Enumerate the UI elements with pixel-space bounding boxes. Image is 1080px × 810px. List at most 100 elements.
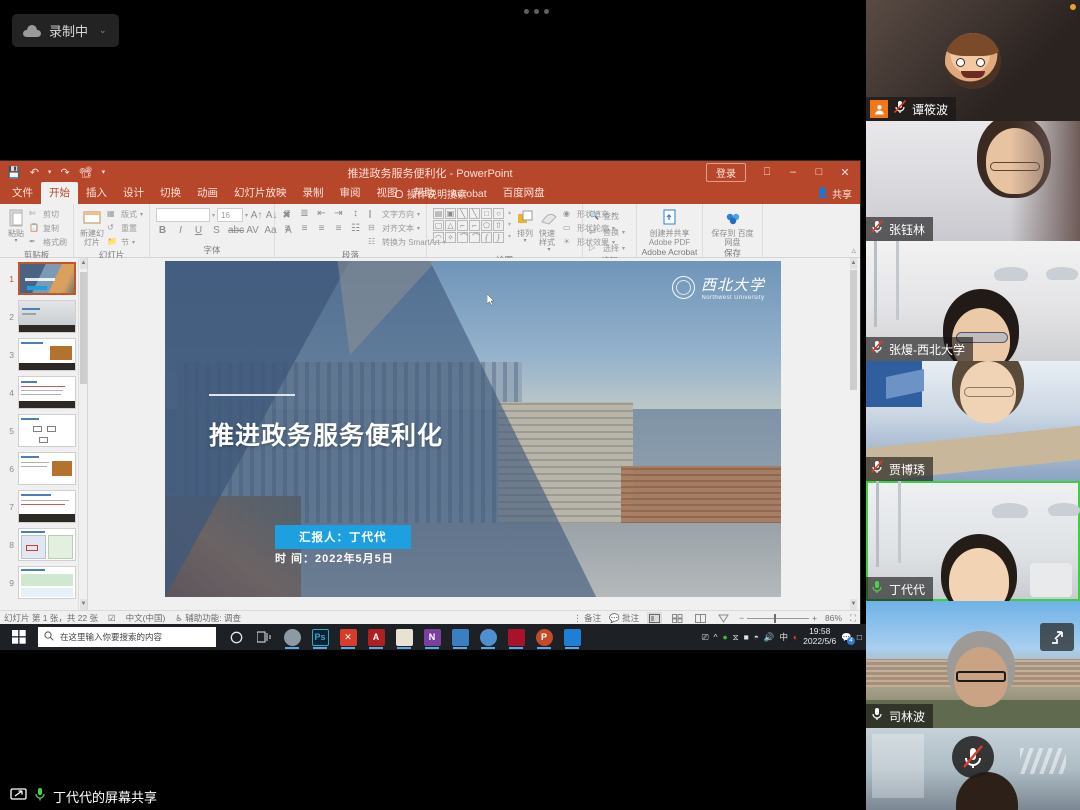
tray-usb-icon[interactable]: ⧖ [733, 632, 739, 643]
font-size-input[interactable]: 16 [217, 208, 243, 222]
tab-home[interactable]: 开始 [41, 182, 78, 204]
collapse-ribbon-icon[interactable]: ▵ [851, 245, 856, 256]
thumbnail-item-5[interactable]: 5 [0, 414, 87, 447]
taskbar-app-notes[interactable] [390, 624, 418, 650]
expand-view-icon[interactable] [1040, 623, 1074, 651]
shape-line-icon[interactable]: ╲ [457, 208, 468, 219]
decrease-indent-icon[interactable]: ⇤ [315, 208, 328, 219]
italic-button[interactable]: I [174, 225, 187, 236]
find-button[interactable]: 🔍 查找 [589, 210, 625, 223]
bullets-icon[interactable]: ≡ [281, 208, 294, 219]
spellcheck-icon[interactable]: ☑ [108, 613, 116, 624]
accessibility-status[interactable]: ♿ 辅助功能: 调查 [175, 612, 241, 624]
zoom-knob[interactable] [774, 614, 776, 623]
copy-button[interactable]: 📋 复制 [29, 222, 67, 235]
layout-caret-icon[interactable]: ▾ [140, 211, 143, 218]
shape-arrow-icon[interactable]: ╲ [469, 208, 480, 219]
thumbnail-item-3[interactable]: 3 [0, 338, 87, 371]
participant-tile-tanxiaobo[interactable]: 谭筱波 [866, 0, 1080, 121]
tray-expand-icon[interactable]: ^ [714, 632, 718, 642]
view-slide-sorter-button[interactable] [670, 612, 685, 624]
shapes-more-icon[interactable]: ▾ [508, 233, 511, 240]
taskbar-app-meeting[interactable] [558, 624, 586, 650]
comments-button[interactable]: 💬 批注 [609, 612, 639, 624]
view-normal-button[interactable] [647, 612, 662, 624]
select-button[interactable]: ▷ 选择 ▾ [589, 242, 625, 255]
taskbar-app-acrobat[interactable]: A [362, 624, 390, 650]
shape-flow-icon[interactable]: ◠ [433, 232, 444, 243]
meeting-drag-handle[interactable] [524, 9, 549, 14]
tab-animations[interactable]: 动画 [189, 182, 226, 204]
tray-wifi-icon[interactable]: ◓ [754, 632, 759, 642]
participant-tile-dingdaidai[interactable]: 丁代代 [866, 481, 1080, 601]
thumbnail-image[interactable] [18, 528, 76, 561]
thumbnail-item-1[interactable]: 1 [0, 262, 87, 295]
shadow-button[interactable]: S [210, 225, 223, 236]
view-slideshow-button[interactable] [716, 612, 731, 624]
thumbnail-image[interactable] [18, 566, 76, 599]
zoom-in-button[interactable]: + [812, 613, 817, 623]
participant-tile-silinbo[interactable]: 司林波 [866, 601, 1080, 728]
fit-slide-to-window-icon[interactable]: ⛶ [850, 613, 856, 624]
section-caret-icon[interactable]: ▾ [132, 239, 135, 246]
align-left-icon[interactable]: ≡ [281, 223, 294, 234]
thumbnail-item-4[interactable]: 4 [0, 376, 87, 409]
columns-icon[interactable]: ☷ [349, 223, 362, 234]
thumbnail-image[interactable] [18, 262, 76, 295]
close-button[interactable]: ✕ [832, 161, 858, 183]
taskbar-app-photoshop[interactable]: Ps [306, 624, 334, 650]
windows-start-icon[interactable] [0, 624, 38, 650]
maximize-button[interactable]: □ [806, 161, 832, 183]
increase-indent-icon[interactable]: ⇥ [332, 208, 345, 219]
taskbar-app-xmind[interactable]: ✕ [334, 624, 362, 650]
thumbnail-item-7[interactable]: 7 [0, 490, 87, 523]
scroll-up-icon[interactable]: ▲ [80, 258, 87, 269]
chevron-down-icon[interactable]: ⌄ [99, 25, 107, 36]
new-slide-button[interactable]: 新建幻灯片 [80, 208, 104, 247]
replace-caret-icon[interactable]: ▾ [622, 229, 625, 236]
view-reading-button[interactable] [693, 612, 708, 624]
tab-slideshow[interactable]: 幻灯片放映 [226, 182, 295, 204]
shape-rect-icon[interactable]: ▤ [433, 208, 444, 219]
thumbnail-image[interactable] [18, 490, 76, 523]
share-button[interactable]: 👤 共享 [817, 186, 852, 201]
reset-button[interactable]: ↺ 重置 [107, 222, 143, 235]
thumbnail-image[interactable] [18, 338, 76, 371]
slide-scroll-up-icon[interactable]: ▲ [850, 258, 857, 269]
paste-caret-icon[interactable]: ▾ [14, 238, 17, 245]
tray-sogou-icon[interactable]: ◐ [793, 632, 798, 642]
tab-design[interactable]: 设计 [115, 182, 152, 204]
shape-rounded-icon[interactable]: ▢ [433, 220, 444, 231]
taskbar-clock[interactable]: 19:58 2022/5/6 [803, 627, 836, 647]
underline-button[interactable]: U [192, 225, 205, 236]
align-text-caret-icon[interactable]: ▾ [417, 225, 420, 232]
thumbnail-item-6[interactable]: 6 [0, 452, 87, 485]
participant-tile-muted[interactable] [866, 728, 1080, 810]
thumbnail-image[interactable] [18, 414, 76, 447]
thumbnail-image[interactable] [18, 300, 76, 333]
participant-tile-zhangyulin[interactable]: 张钰林 [866, 121, 1080, 241]
shape-brace-left-icon[interactable]: { [481, 232, 492, 243]
tab-record[interactable]: 录制 [295, 182, 332, 204]
slide-thumbnail-panel[interactable]: 1 2 3 [0, 258, 88, 610]
participant-tile-zhangman[interactable]: 张熳-西北大学 [866, 241, 1080, 361]
tab-baidu-netdisk[interactable]: 百度网盘 [495, 182, 553, 204]
tray-wechat-icon[interactable]: ● [723, 632, 728, 642]
taskbar-app-qq-music[interactable] [502, 624, 530, 650]
current-slide[interactable]: 西北大学 Northwest University 推进政务服务便利化 汇报人：… [165, 261, 781, 597]
slide-presenter[interactable]: 汇报人：丁代代 [275, 525, 411, 549]
taskbar-app-wechat[interactable] [278, 624, 306, 650]
replace-button[interactable]: ⇄ 替换 ▾ [589, 226, 625, 239]
thumbnail-image[interactable] [18, 376, 76, 409]
zoom-slider[interactable]: − + [739, 613, 817, 623]
shapes-scroll-up-icon[interactable]: ▴ [508, 209, 511, 216]
slide-count-status[interactable]: 幻灯片 第 1 张，共 22 张 [4, 612, 98, 624]
tab-file[interactable]: 文件 [4, 182, 41, 204]
create-share-pdf-button[interactable]: 创建并共享 Adobe PDF [643, 208, 696, 247]
taskbar-app-gallery[interactable] [446, 624, 474, 650]
notes-button[interactable]: ⋮ 备注 [573, 612, 601, 624]
tray-card-icon[interactable]: ⎚ [702, 632, 709, 643]
shapes-scroll-down-icon[interactable]: ▾ [508, 221, 511, 228]
text-direction-caret-icon[interactable]: ▾ [417, 211, 420, 218]
participant-tile-jiaboxiu[interactable]: 贾博琇 [866, 361, 1080, 481]
